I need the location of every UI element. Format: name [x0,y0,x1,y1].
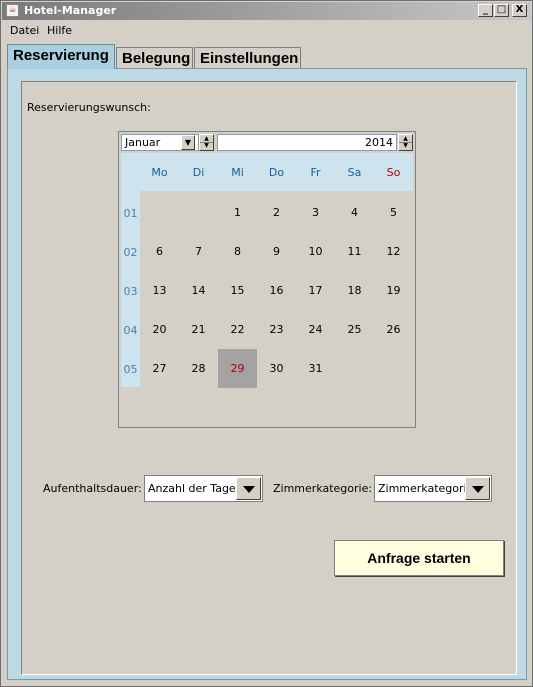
room-category-label: Zimmerkategorie: [273,482,373,495]
stay-duration-select[interactable]: Anzahl der Tage [144,475,263,502]
weekday-header: Mo [151,166,168,179]
week-number: 05 [123,363,138,376]
stay-duration-dropdown-button[interactable] [236,477,261,500]
year-spinner[interactable]: ▲ ▼ [398,134,413,151]
week-number: 01 [123,207,138,220]
calendar-day[interactable]: 13 [140,271,179,310]
calendar-day[interactable]: 8 [218,232,257,271]
calendar-day[interactable]: 1 [218,193,257,232]
week-number: 03 [123,285,138,298]
month-value: Januar [125,136,161,149]
calendar-day[interactable]: 25 [335,310,374,349]
calendar-day[interactable]: 14 [179,271,218,310]
calendar-day[interactable]: 20 [140,310,179,349]
minimize-button[interactable]: _ [478,4,493,17]
submit-request-button[interactable]: Anfrage starten [334,540,504,576]
weekday-header: Di [192,166,205,179]
calendar-day-selected[interactable]: 29 [218,349,257,388]
chevron-down-icon [243,486,255,493]
calendar-day[interactable]: 18 [335,271,374,310]
calendar-day[interactable]: 11 [335,232,374,271]
menu-datei[interactable]: Datei [10,24,39,37]
calendar-day[interactable]: 7 [179,232,218,271]
month-select[interactable]: Januar ▼ [121,134,199,151]
year-input[interactable]: 2014 [217,134,397,151]
menu-bar: Datei Hilfe [2,21,531,41]
room-category-dropdown-button[interactable] [465,477,490,500]
week-number: 02 [123,246,138,259]
weekday-header: Fr [310,166,321,179]
calendar-day[interactable]: 10 [296,232,335,271]
calendar-day[interactable]: 19 [374,271,413,310]
tab-reservierung[interactable]: Reservierung [7,44,115,69]
calendar-day[interactable]: 28 [179,349,218,388]
week-number: 04 [123,324,138,337]
reservation-form: Reservierungswunsch: Januar ▼ ▲ ▼ 2014 ▲… [21,81,517,675]
calendar-day[interactable]: 26 [374,310,413,349]
week-number-column [121,153,140,387]
tab-einstellungen[interactable]: Einstellungen [194,47,301,70]
java-app-icon: ☕ [6,4,19,17]
weekday-header: Sa [347,166,362,179]
calendar-day[interactable]: 5 [374,193,413,232]
date-chooser: Januar ▼ ▲ ▼ 2014 ▲ ▼ Mo Di Mi Do Fr Sa So 01 02… [118,131,416,428]
calendar-day[interactable]: 3 [296,193,335,232]
calendar-day[interactable]: 31 [296,349,335,388]
tab-belegung[interactable]: Belegung [116,47,193,70]
calendar-day[interactable]: 6 [140,232,179,271]
calendar-day[interactable]: 27 [140,349,179,388]
menu-hilfe[interactable]: Hilfe [47,24,72,37]
calendar-day[interactable]: 17 [296,271,335,310]
year-down-arrow-icon[interactable]: ▼ [399,142,412,149]
weekday-header: Do [268,166,285,179]
calendar-day[interactable]: 22 [218,310,257,349]
stay-duration-value: Anzahl der Tage [148,482,236,495]
maximize-button[interactable]: □ [494,4,509,17]
month-dropdown-arrow-icon[interactable]: ▼ [181,135,195,150]
title-bar[interactable]: ☕ Hotel-Manager _ □ X [2,2,531,20]
calendar-day[interactable]: 16 [257,271,296,310]
chevron-down-icon [472,486,484,493]
reservierung-tab-panel: Reservierungswunsch: Januar ▼ ▲ ▼ 2014 ▲… [7,68,527,680]
stay-duration-label: Aufenthaltsdauer: [43,482,142,495]
calendar-day[interactable]: 4 [335,193,374,232]
weekday-header: So [386,166,401,179]
room-category-value: Zimmerkategorie [378,482,474,495]
calendar-day[interactable]: 30 [257,349,296,388]
calendar-day[interactable]: 9 [257,232,296,271]
calendar-day[interactable]: 23 [257,310,296,349]
close-button[interactable]: X [512,4,527,17]
room-category-select[interactable]: Zimmerkategorie [374,475,492,502]
month-spinner[interactable]: ▲ ▼ [199,134,214,151]
window-title: Hotel-Manager [24,4,117,17]
calendar-day[interactable]: 15 [218,271,257,310]
app-window: ☕ Hotel-Manager _ □ X Datei Hilfe Belegu… [0,0,533,687]
weekday-header: Mi [231,166,244,179]
calendar-day[interactable]: 2 [257,193,296,232]
reservation-request-label: Reservierungswunsch: [27,101,151,114]
calendar-day[interactable]: 12 [374,232,413,271]
calendar-day[interactable]: 21 [179,310,218,349]
month-down-arrow-icon[interactable]: ▼ [200,142,213,149]
calendar-day[interactable]: 24 [296,310,335,349]
